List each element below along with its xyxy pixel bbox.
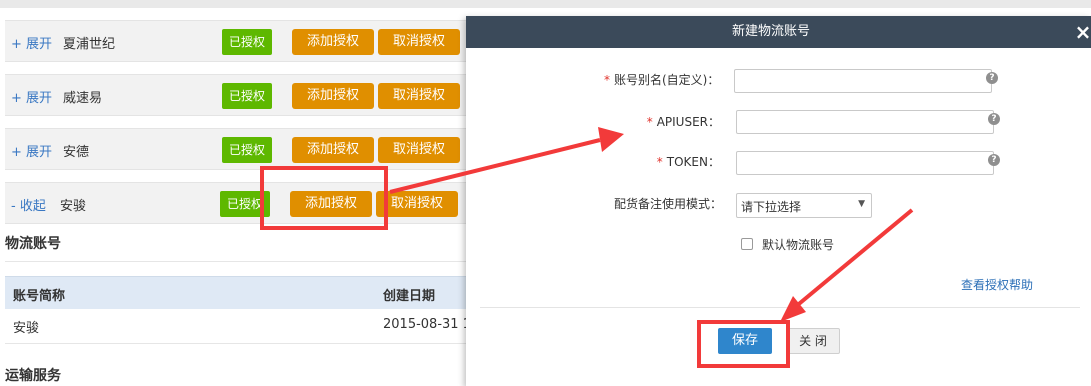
apiuser-input[interactable] <box>736 110 994 134</box>
carrier-row: - 收起 安骏 已授权 添加授权 取消授权 <box>5 182 475 224</box>
apiuser-label: * APIUSER： <box>644 113 720 130</box>
table-cell: 安骏 <box>13 321 40 336</box>
token-input[interactable] <box>736 151 994 175</box>
required-mark: * <box>646 115 653 129</box>
chevron-down-icon: ▼ <box>858 199 865 209</box>
dialog-divider <box>480 307 1080 308</box>
dialog-title: 新建物流账号 <box>731 24 810 39</box>
column-header: 创建日期 <box>383 289 436 304</box>
add-authorization-button[interactable]: 添加授权 <box>292 83 374 109</box>
carrier-row: + 展开 安德 已授权 添加授权 取消授权 <box>5 128 475 170</box>
default-account-checkbox[interactable] <box>741 238 753 250</box>
add-authorization-button[interactable]: 添加授权 <box>292 137 374 163</box>
alias-label: * 账号别名(自定义)： <box>604 71 720 88</box>
required-mark: * <box>604 73 610 87</box>
mode-label: 配货备注使用模式： <box>613 197 722 211</box>
top-band <box>0 0 1091 8</box>
authorized-badge: 已授权 <box>222 137 272 163</box>
annotation-highlight-box <box>697 320 790 368</box>
table-header: 账号简称 创建日期 <box>5 276 475 309</box>
section-divider <box>5 261 475 262</box>
token-label-text: TOKEN： <box>666 155 720 169</box>
expand-toggle[interactable]: + 展开 <box>11 87 52 106</box>
token-label: * TOKEN： <box>654 153 720 170</box>
carrier-row: + 展开 夏浦世纪 已授权 添加授权 取消授权 <box>5 20 475 62</box>
help-icon[interactable]: ? <box>988 113 1000 125</box>
cancel-authorization-button[interactable]: 取消授权 <box>378 29 460 55</box>
table-row[interactable]: 安骏 2015-08-31 1 <box>5 309 475 344</box>
help-icon[interactable]: ? <box>988 154 1000 166</box>
carrier-row: + 展开 威速易 已授权 添加授权 取消授权 <box>5 74 475 116</box>
cancel-authorization-button[interactable]: 取消授权 <box>378 137 460 163</box>
collapse-toggle[interactable]: - 收起 <box>11 195 46 214</box>
carrier-name: 威速易 <box>63 91 103 106</box>
expand-toggle[interactable]: + 展开 <box>11 33 52 52</box>
add-authorization-button[interactable]: 添加授权 <box>292 29 374 55</box>
authorized-badge: 已授权 <box>222 29 272 55</box>
column-header: 账号简称 <box>13 289 66 304</box>
table-cell: 2015-08-31 1 <box>383 317 471 332</box>
carrier-name: 夏浦世纪 <box>63 37 116 52</box>
mode-select[interactable]: 请下拉选择 ▼ <box>736 193 872 218</box>
authorized-badge: 已授权 <box>222 83 272 109</box>
close-icon[interactable]: × <box>1072 18 1091 46</box>
carrier-name: 安骏 <box>60 199 87 214</box>
apiuser-label-text: APIUSER： <box>656 115 720 129</box>
expand-toggle[interactable]: + 展开 <box>11 141 52 160</box>
default-account-label: 默认物流账号 <box>762 238 835 252</box>
mode-select-value: 请下拉选择 <box>741 200 802 214</box>
logistics-section-title: 物流账号 <box>5 236 61 252</box>
dialog-header: 新建物流账号 × <box>466 16 1091 48</box>
cancel-authorization-button[interactable]: 取消授权 <box>378 83 460 109</box>
close-button[interactable]: 关 闭 <box>786 328 840 354</box>
transport-section-title: 运输服务 <box>5 368 61 384</box>
help-link[interactable]: 查看授权帮助 <box>961 276 1033 293</box>
cancel-authorization-button[interactable]: 取消授权 <box>376 191 458 217</box>
required-mark: * <box>656 155 663 169</box>
alias-label-text: 账号别名(自定义)： <box>614 73 720 87</box>
help-icon[interactable]: ? <box>986 72 998 84</box>
carrier-name: 安德 <box>63 145 90 160</box>
annotation-highlight-box <box>260 166 388 230</box>
alias-input[interactable] <box>734 69 992 93</box>
